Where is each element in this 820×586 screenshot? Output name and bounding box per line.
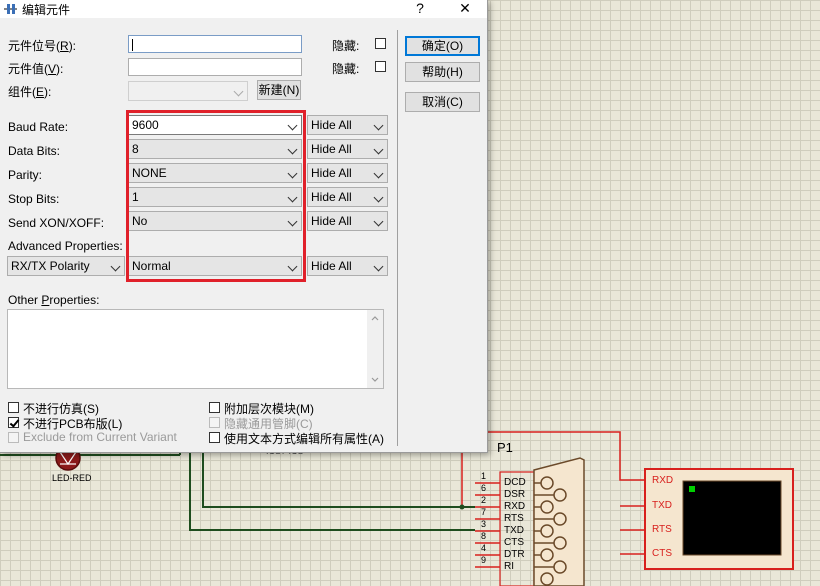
rx-tx-polarity-hide-select[interactable]: Hide All [307, 256, 388, 276]
ref-hide-label: 隐藏: [332, 39, 360, 53]
prop-label-stop-bits: Stop Bits: [8, 192, 60, 206]
group-select[interactable] [128, 81, 248, 101]
new-group-button[interactable]: 新建(N) [257, 80, 301, 100]
chevron-down-icon [373, 192, 384, 203]
chevron-down-icon [233, 86, 244, 97]
baud-rate-hide-select[interactable]: Hide All [307, 115, 388, 135]
terminal-cursor [689, 486, 695, 492]
pin-number: 8 [481, 531, 487, 541]
attach-module-checkbox[interactable] [209, 402, 220, 413]
edit-as-text-label: 使用文本方式编辑所有属性(A) [224, 432, 384, 446]
pin-name: DCD [504, 477, 526, 488]
pin-name: CTS [504, 537, 524, 548]
other-properties-textarea[interactable] [7, 309, 384, 389]
no-simulation-checkbox[interactable] [8, 402, 19, 413]
pin-name: RI [504, 561, 514, 572]
pin-number: 7 [481, 507, 487, 517]
edit-component-dialog: 编辑元件 ? ✕ 元件位号(R): 隐藏: 元件值(V): 隐藏: 组件(E):… [0, 0, 488, 453]
wire-txd [189, 452, 475, 531]
component-icon [4, 4, 17, 14]
pin-number: 4 [481, 543, 487, 553]
pin-number: 1 [481, 471, 487, 481]
terminal-pin-name: RTS [652, 524, 672, 535]
exclude-variant-label: Exclude from Current Variant [23, 430, 177, 444]
advanced-properties-label: Advanced Properties: [8, 239, 123, 253]
pin-name: RTS [504, 513, 524, 524]
prop-label-parity: Parity: [8, 168, 43, 182]
chevron-down-icon [373, 261, 384, 272]
chevron-down-icon [373, 168, 384, 179]
hide-common-pins-checkbox[interactable] [209, 417, 220, 428]
send-xon-xoff-hide-select[interactable]: Hide All [307, 211, 388, 231]
text-caret [132, 38, 133, 51]
group-label: 组件(E): [8, 85, 52, 99]
close-button[interactable]: ✕ [450, 0, 480, 18]
chevron-down-icon [373, 216, 384, 227]
prop-label-send-xon-xoff: Send XON/XOFF: [8, 216, 105, 230]
junction-dot [459, 504, 465, 510]
cancel-button[interactable]: 取消(C) [405, 92, 480, 112]
red-highlight-box [126, 110, 306, 282]
chevron-down-icon [110, 261, 121, 272]
ref-label: 元件位号(R): [8, 39, 77, 53]
parity-hide-select[interactable]: Hide All [307, 163, 388, 183]
pin-number: 3 [481, 519, 487, 529]
no-pcb-checkbox[interactable] [8, 417, 19, 428]
ref-input[interactable] [128, 35, 302, 53]
help-title-button[interactable]: ? [405, 0, 435, 18]
advanced-property-selector[interactable]: RX/TX Polarity [7, 256, 125, 276]
pin-number: 6 [481, 483, 487, 493]
pin-name: DTR [504, 549, 525, 560]
data-bits-hide-select[interactable]: Hide All [307, 139, 388, 159]
scroll-down-icon [371, 377, 379, 382]
ref-hide-checkbox[interactable] [375, 38, 386, 49]
terminal-screen [682, 480, 782, 556]
terminal-pin-lines [620, 505, 645, 555]
textarea-scrollbar[interactable] [367, 310, 383, 388]
connector-pin-lines [475, 482, 500, 568]
prop-label-baud-rate: Baud Rate: [8, 120, 69, 134]
prop-label-data-bits: Data Bits: [8, 144, 61, 158]
dialog-titlebar[interactable]: 编辑元件 ? ✕ [0, 0, 487, 18]
pin-name: TXD [504, 525, 524, 536]
wire-rxd [202, 452, 475, 508]
vertical-separator [397, 30, 398, 446]
pin-number: 2 [481, 495, 487, 505]
value-input[interactable] [128, 58, 302, 76]
exclude-variant-checkbox[interactable] [8, 432, 19, 443]
other-properties-label: Other Properties: [8, 293, 100, 307]
value-hide-label: 隐藏: [332, 62, 360, 76]
ok-button[interactable]: 确定(O) [405, 36, 480, 56]
dialog-title: 编辑元件 [22, 3, 71, 17]
pin-number: 9 [481, 555, 487, 565]
value-hide-checkbox[interactable] [375, 61, 386, 72]
chevron-down-icon [373, 144, 384, 155]
value-label: 元件值(V): [8, 62, 64, 76]
terminal-pin-name: TXD [652, 500, 672, 511]
stop-bits-hide-select[interactable]: Hide All [307, 187, 388, 207]
help-button[interactable]: 帮助(H) [405, 62, 480, 82]
connector-ref-label: P1 [497, 440, 513, 455]
terminal-pin-name: RXD [652, 475, 674, 486]
led-label: LED-RED [52, 473, 92, 483]
pin-name: DSR [504, 489, 526, 500]
pin-name: RXD [504, 501, 526, 512]
scroll-up-icon [371, 316, 379, 321]
terminal-pin-name: CTS [652, 548, 672, 559]
chevron-down-icon [373, 120, 384, 131]
edit-as-text-checkbox[interactable] [209, 432, 220, 443]
